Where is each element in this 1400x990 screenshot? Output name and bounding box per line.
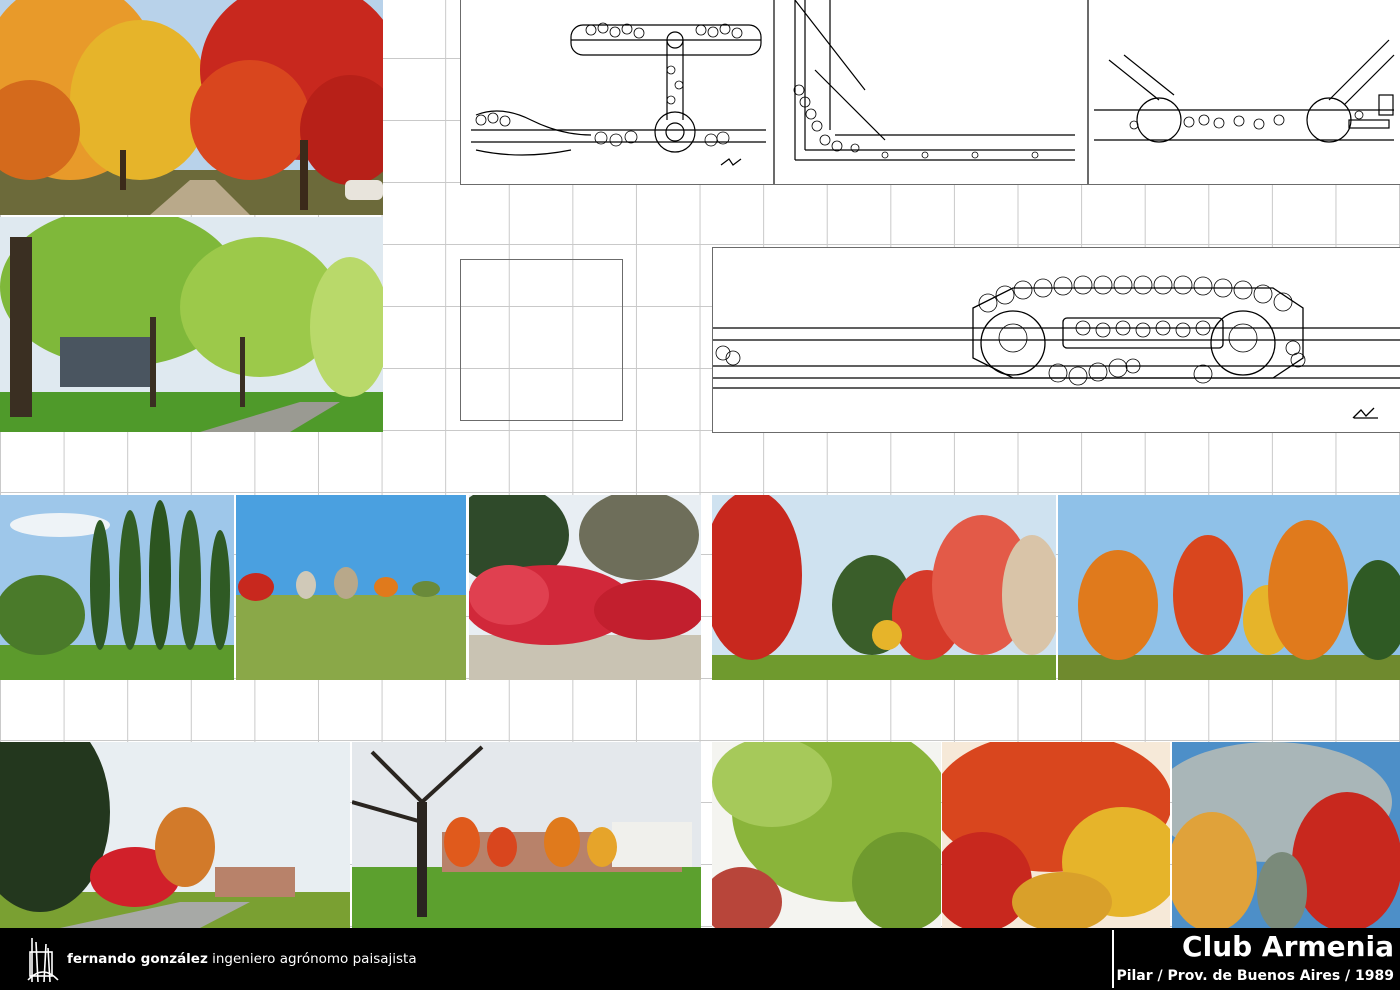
photo-autumn-trees	[1058, 495, 1400, 680]
project-subtitle: Pilar / Prov. de Buenos Aires / 1989	[1116, 968, 1394, 984]
plan-central-island	[712, 247, 1400, 433]
firm-logo-icon	[27, 938, 59, 983]
photo-autumn-avenue	[0, 0, 383, 215]
firm-role: ingeniero agrónomo paisajista	[212, 951, 417, 967]
photo-red-bush-road	[0, 742, 350, 928]
firm-name: fernando gonzález	[67, 951, 208, 967]
photo-orange-canopy	[942, 742, 1170, 928]
photo-red-shrubs	[469, 495, 701, 680]
photo-poplars	[0, 495, 234, 680]
footer-bar: fernando gonzález ingeniero agrónomo pai…	[0, 928, 1400, 990]
photo-frosty-maples	[1172, 742, 1400, 928]
plan-corner	[774, 0, 1088, 185]
photo-open-lawn	[236, 495, 466, 680]
project-title: Club Armenia	[1182, 930, 1394, 963]
firm-credit: fernando gonzález ingeniero agrónomo pai…	[67, 951, 417, 967]
plan-empty-frame	[460, 259, 623, 421]
photo-green-avenue	[0, 217, 383, 432]
plan-t-junction	[460, 0, 774, 185]
footer-divider	[1112, 930, 1114, 988]
plan-roundabouts	[1088, 0, 1400, 185]
photo-green-canopy	[712, 742, 941, 928]
photo-maple-row	[712, 495, 1056, 680]
photo-clubhouse	[352, 742, 701, 928]
